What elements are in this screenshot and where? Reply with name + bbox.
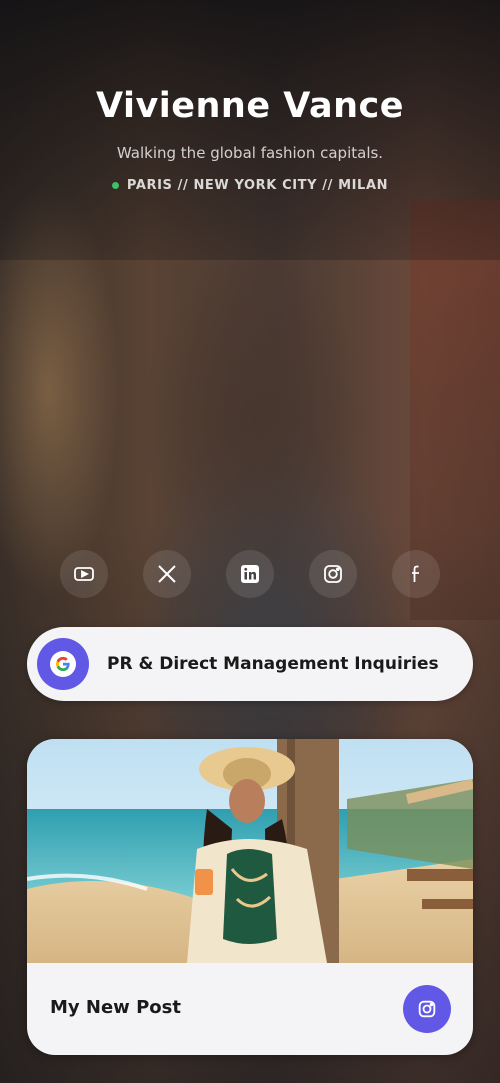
x-twitter-icon: [158, 565, 176, 583]
post-footer: My New Post: [27, 963, 473, 1055]
link-icon-badge: [37, 638, 89, 690]
instagram-icon: [324, 565, 342, 583]
profile-name: Vivienne Vance: [96, 86, 404, 126]
social-instagram[interactable]: [309, 550, 357, 598]
profile-header: Vivienne Vance Walking the global fashio…: [0, 86, 500, 193]
linkedin-icon: [241, 565, 259, 583]
youtube-icon: [74, 567, 94, 581]
status-dot: [111, 182, 119, 189]
pr-inquiries-link[interactable]: PR & Direct Management Inquiries: [27, 627, 473, 701]
social-links: [60, 550, 440, 598]
profile-tagline: Walking the global fashion capitals.: [116, 144, 384, 162]
post-card[interactable]: My New Post: [27, 739, 473, 1055]
post-instagram-button[interactable]: [403, 985, 451, 1033]
link-label: PR & Direct Management Inquiries: [107, 654, 439, 674]
post-image: [27, 739, 473, 963]
facebook-icon: [412, 565, 419, 582]
profile-location: PARIS // NEW YORK CITY // MILAN: [0, 178, 500, 193]
social-youtube[interactable]: [60, 550, 108, 598]
instagram-icon: [418, 1000, 436, 1018]
social-facebook[interactable]: [392, 550, 440, 598]
social-linkedin[interactable]: [226, 550, 274, 598]
post-title: My New Post: [50, 997, 181, 1018]
google-icon: [50, 651, 76, 677]
location-text: PARIS // NEW YORK CITY // MILAN: [126, 178, 389, 193]
social-x[interactable]: [143, 550, 191, 598]
